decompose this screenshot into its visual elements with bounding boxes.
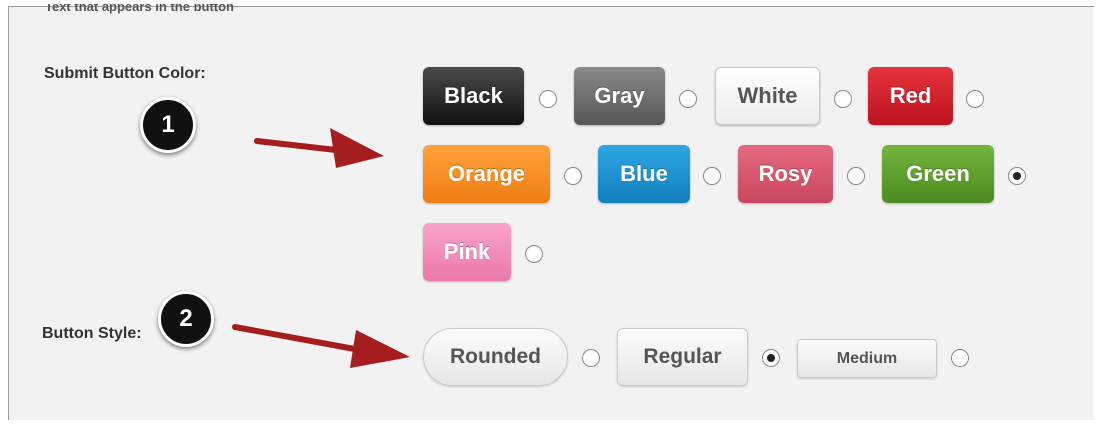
arrow-2: [232, 324, 410, 368]
step-badge-2: 2: [158, 291, 214, 347]
arrow-1: [254, 128, 384, 168]
annotation-arrows: [232, 128, 410, 368]
step-badge-1: 1: [140, 97, 196, 153]
